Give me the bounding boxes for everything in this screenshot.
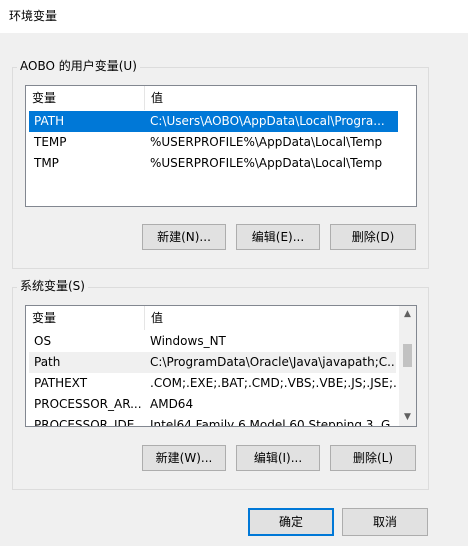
user-var-row-tmp[interactable]: TMP %USERPROFILE%\AppData\Local\Temp	[29, 153, 398, 174]
user-new-button[interactable]: 新建(N)...	[142, 224, 226, 250]
system-variables-label: 系统变量(S)	[17, 279, 88, 293]
scroll-up-arrow-icon[interactable]: ▲	[399, 306, 416, 323]
system-var-value: C:\ProgramData\Oracle\Java\javapath;C...	[150, 355, 396, 369]
system-var-row-path[interactable]: Path C:\ProgramData\Oracle\Java\javapath…	[29, 352, 396, 373]
user-var-value: C:\Users\AOBO\AppData\Local\Progra...	[150, 114, 385, 128]
column-header-value[interactable]: 值	[145, 306, 395, 330]
system-var-name: Path	[34, 355, 61, 369]
system-var-row-processor-arch[interactable]: PROCESSOR_AR... AMD64	[29, 394, 396, 415]
scroll-thumb[interactable]	[403, 344, 412, 367]
user-variables-list[interactable]: 变量 值 PATH C:\Users\AOBO\AppData\Local\Pr…	[25, 85, 417, 207]
user-variables-header: 变量 值	[26, 86, 416, 110]
system-variables-list[interactable]: 变量 值 OS Windows_NT Path C:\ProgramData\O…	[25, 305, 417, 427]
cancel-button[interactable]: 取消	[342, 508, 428, 536]
window-title: 环境变量	[9, 9, 58, 23]
user-var-name: TMP	[34, 156, 59, 170]
user-delete-button[interactable]: 删除(D)	[330, 224, 416, 250]
system-var-row-os[interactable]: OS Windows_NT	[29, 331, 396, 352]
scroll-down-arrow-icon[interactable]: ▼	[399, 409, 416, 426]
column-header-variable[interactable]: 变量	[26, 306, 144, 330]
system-var-row-processor-id[interactable]: PROCESSOR_IDE... Intel64 Family 6 Model …	[29, 415, 396, 427]
user-var-row-temp[interactable]: TEMP %USERPROFILE%\AppData\Local\Temp	[29, 132, 398, 153]
ok-button[interactable]: 确定	[248, 508, 334, 536]
user-var-name: PATH	[34, 114, 65, 128]
system-var-name: PROCESSOR_IDE...	[34, 418, 145, 427]
user-var-row-path[interactable]: PATH C:\Users\AOBO\AppData\Local\Progra.…	[29, 111, 398, 132]
user-variables-label: AOBO 的用户变量(U)	[17, 59, 140, 73]
system-var-name: OS	[34, 334, 52, 348]
system-var-name: PROCESSOR_AR...	[34, 397, 142, 411]
system-variables-header: 变量 值	[26, 306, 399, 330]
system-var-value: AMD64	[150, 397, 194, 411]
user-var-value: %USERPROFILE%\AppData\Local\Temp	[150, 135, 383, 149]
system-edit-button[interactable]: 编辑(I)...	[236, 445, 320, 471]
system-var-value: .COM;.EXE;.BAT;.CMD;.VBS;.VBE;.JS;.JSE;.…	[150, 376, 396, 390]
system-var-name: PATHEXT	[34, 376, 88, 390]
user-var-name: TEMP	[34, 135, 67, 149]
title-bar: 环境变量	[0, 0, 468, 33]
environment-variables-dialog: 环境变量 AOBO 的用户变量(U) 变量 值 PATH C:\Users\AO…	[0, 0, 468, 546]
system-delete-button[interactable]: 删除(L)	[330, 445, 416, 471]
user-var-value: %USERPROFILE%\AppData\Local\Temp	[150, 156, 383, 170]
system-new-button[interactable]: 新建(W)...	[142, 445, 226, 471]
system-var-value: Windows_NT	[150, 334, 226, 348]
system-variables-scrollbar[interactable]: ▲ ▼	[399, 306, 416, 426]
system-var-row-pathext[interactable]: PATHEXT .COM;.EXE;.BAT;.CMD;.VBS;.VBE;.J…	[29, 373, 396, 394]
user-edit-button[interactable]: 编辑(E)...	[236, 224, 320, 250]
column-header-variable[interactable]: 变量	[26, 86, 144, 110]
system-var-value: Intel64 Family 6 Model 60 Stepping 3, G.…	[150, 418, 396, 427]
column-header-value[interactable]: 值	[145, 86, 415, 110]
